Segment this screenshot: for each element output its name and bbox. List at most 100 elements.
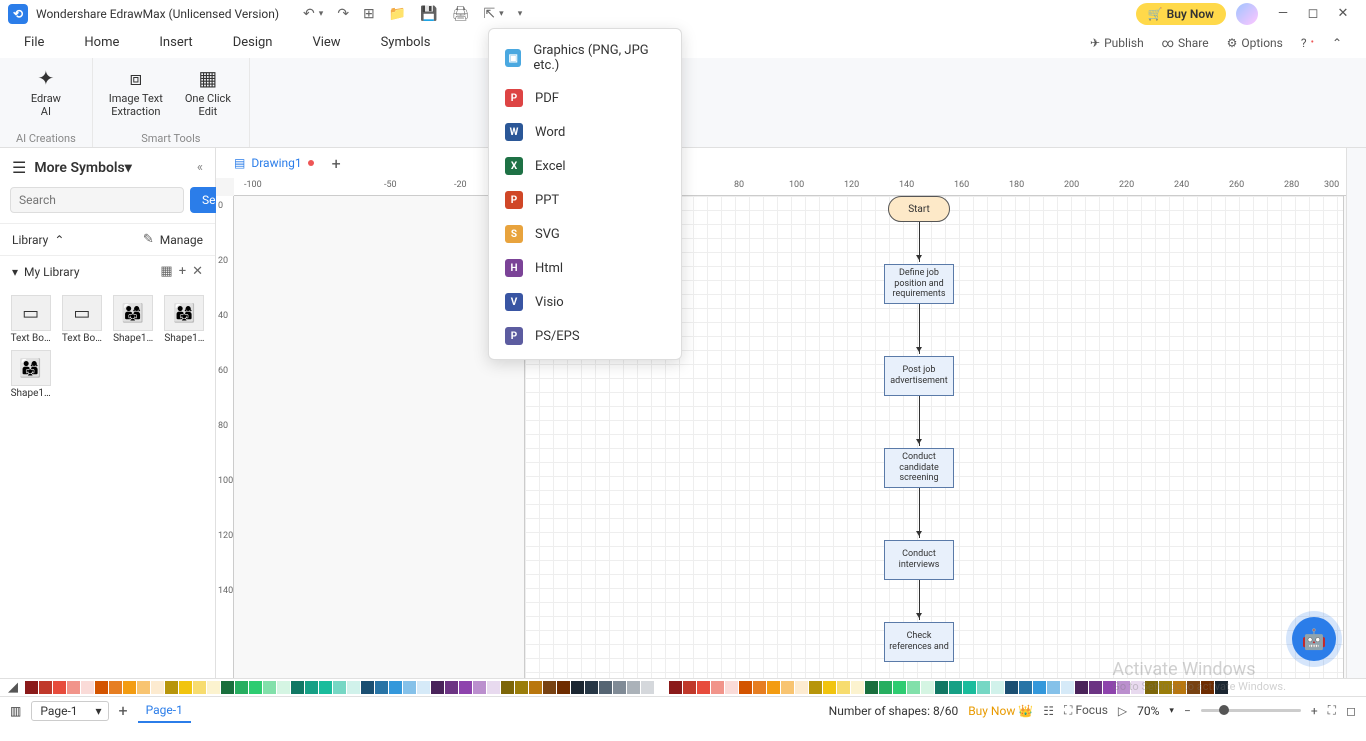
color-swatch[interactable] bbox=[109, 681, 122, 694]
color-swatch[interactable] bbox=[655, 681, 668, 694]
menu-symbols[interactable]: Symbols bbox=[381, 35, 431, 50]
flowchart-arrow[interactable] bbox=[919, 488, 920, 538]
menu-view[interactable]: View bbox=[312, 35, 340, 50]
color-swatch[interactable] bbox=[1033, 681, 1046, 694]
color-swatch[interactable] bbox=[333, 681, 346, 694]
zoom-slider[interactable] bbox=[1201, 709, 1301, 712]
flowchart-arrow[interactable] bbox=[919, 222, 920, 262]
color-swatch[interactable] bbox=[53, 681, 66, 694]
zoom-dropdown-icon[interactable]: ▾ bbox=[1169, 706, 1174, 716]
color-swatch[interactable] bbox=[557, 681, 570, 694]
color-swatch[interactable] bbox=[1173, 681, 1186, 694]
color-swatch[interactable] bbox=[207, 681, 220, 694]
color-swatch[interactable] bbox=[669, 681, 682, 694]
color-swatch[interactable] bbox=[95, 681, 108, 694]
color-swatch[interactable] bbox=[893, 681, 906, 694]
undo-dropdown-icon[interactable]: ▾ bbox=[319, 9, 324, 19]
undo-icon[interactable]: ↶ bbox=[303, 6, 315, 22]
shape-item[interactable]: ▭Text Bo… bbox=[59, 295, 104, 344]
color-swatch[interactable] bbox=[1089, 681, 1102, 694]
print-icon[interactable]: 🖨 bbox=[452, 6, 470, 22]
flowchart-arrow[interactable] bbox=[919, 304, 920, 354]
shape-item[interactable]: ▭Text Bo… bbox=[8, 295, 53, 344]
color-swatch[interactable] bbox=[319, 681, 332, 694]
color-swatch[interactable] bbox=[347, 681, 360, 694]
save-icon[interactable]: 💾 bbox=[420, 6, 437, 22]
color-swatch[interactable] bbox=[641, 681, 654, 694]
flowchart-step2[interactable]: Post job advertisement bbox=[884, 356, 954, 396]
redo-icon[interactable]: ↷ bbox=[337, 6, 349, 22]
color-swatch[interactable] bbox=[921, 681, 934, 694]
color-swatch[interactable] bbox=[165, 681, 178, 694]
color-swatch[interactable] bbox=[795, 681, 808, 694]
new-icon[interactable]: ⊞ bbox=[363, 6, 375, 22]
color-swatch[interactable] bbox=[361, 681, 374, 694]
color-swatch[interactable] bbox=[977, 681, 990, 694]
color-swatch[interactable] bbox=[249, 681, 262, 694]
color-swatch[interactable] bbox=[151, 681, 164, 694]
color-swatch[interactable] bbox=[473, 681, 486, 694]
manage-label[interactable]: Manage bbox=[160, 233, 203, 247]
color-swatch[interactable] bbox=[781, 681, 794, 694]
color-swatch[interactable] bbox=[1145, 681, 1158, 694]
flowchart-arrow[interactable] bbox=[919, 396, 920, 446]
minimize-button[interactable]: — bbox=[1268, 6, 1298, 21]
export-pdf[interactable]: PPDF bbox=[489, 81, 681, 115]
color-swatch[interactable] bbox=[753, 681, 766, 694]
color-swatch[interactable] bbox=[543, 681, 556, 694]
user-avatar[interactable] bbox=[1236, 3, 1258, 25]
color-swatch[interactable] bbox=[389, 681, 402, 694]
library-row[interactable]: Library ⌃ ✎ Manage bbox=[0, 223, 215, 255]
add-shape-icon[interactable]: + bbox=[179, 264, 186, 279]
maximize-button[interactable]: ◻ bbox=[1298, 6, 1328, 21]
options-button[interactable]: ⚙Options bbox=[1227, 36, 1283, 50]
eyedropper-icon[interactable]: ◢ bbox=[8, 680, 18, 695]
color-swatch[interactable] bbox=[445, 681, 458, 694]
color-swatch[interactable] bbox=[823, 681, 836, 694]
export-ppt[interactable]: PPPT bbox=[489, 183, 681, 217]
export-html[interactable]: HHtml bbox=[489, 251, 681, 285]
color-swatch[interactable] bbox=[683, 681, 696, 694]
color-swatch[interactable] bbox=[697, 681, 710, 694]
buy-now-status[interactable]: Buy Now 👑 bbox=[968, 704, 1033, 718]
color-swatch[interactable] bbox=[1187, 681, 1200, 694]
color-swatch[interactable] bbox=[235, 681, 248, 694]
add-tab-button[interactable]: + bbox=[332, 154, 341, 173]
color-swatch[interactable] bbox=[501, 681, 514, 694]
color-swatch[interactable] bbox=[277, 681, 290, 694]
shape-item[interactable]: 👨‍👩‍👧Shape1… bbox=[162, 295, 207, 344]
color-swatch[interactable] bbox=[459, 681, 472, 694]
color-swatch[interactable] bbox=[865, 681, 878, 694]
layers-icon[interactable]: ☷ bbox=[1043, 704, 1054, 718]
color-swatch[interactable] bbox=[81, 681, 94, 694]
color-swatch[interactable] bbox=[571, 681, 584, 694]
color-swatch[interactable] bbox=[879, 681, 892, 694]
color-swatch[interactable] bbox=[725, 681, 738, 694]
help-button[interactable]: ?• bbox=[1301, 36, 1314, 50]
color-swatch[interactable] bbox=[1201, 681, 1214, 694]
flowchart-step5[interactable]: Check references and bbox=[884, 622, 954, 662]
color-swatch[interactable] bbox=[291, 681, 304, 694]
export-visio[interactable]: VVisio bbox=[489, 285, 681, 319]
export-icon[interactable]: ⇱ bbox=[483, 6, 495, 22]
page-selector[interactable]: Page-1 ▾ bbox=[31, 701, 108, 721]
export-svg[interactable]: SSVG bbox=[489, 217, 681, 251]
shape-item[interactable]: 👨‍👩‍👧Shape1… bbox=[8, 350, 53, 399]
zoom-level[interactable]: 70% bbox=[1137, 704, 1159, 718]
color-swatch[interactable] bbox=[949, 681, 962, 694]
color-swatch[interactable] bbox=[137, 681, 150, 694]
export-dropdown-icon[interactable]: ▾ bbox=[499, 9, 504, 19]
color-swatch[interactable] bbox=[627, 681, 640, 694]
customize-qat-icon[interactable]: ▾ bbox=[518, 9, 523, 19]
color-swatch[interactable] bbox=[123, 681, 136, 694]
color-swatch[interactable] bbox=[417, 681, 430, 694]
color-swatch[interactable] bbox=[851, 681, 864, 694]
canvas[interactable]: Start Define job position and requiremen… bbox=[234, 196, 1346, 678]
color-swatch[interactable] bbox=[529, 681, 542, 694]
image-text-extraction-button[interactable]: ⧈ Image Text Extraction bbox=[109, 66, 163, 118]
page-tab[interactable]: Page-1 bbox=[138, 699, 191, 723]
flowchart-step1[interactable]: Define job position and requirements bbox=[884, 264, 954, 304]
open-icon[interactable]: 📁 bbox=[389, 6, 406, 22]
color-swatch[interactable] bbox=[599, 681, 612, 694]
color-swatch[interactable] bbox=[907, 681, 920, 694]
